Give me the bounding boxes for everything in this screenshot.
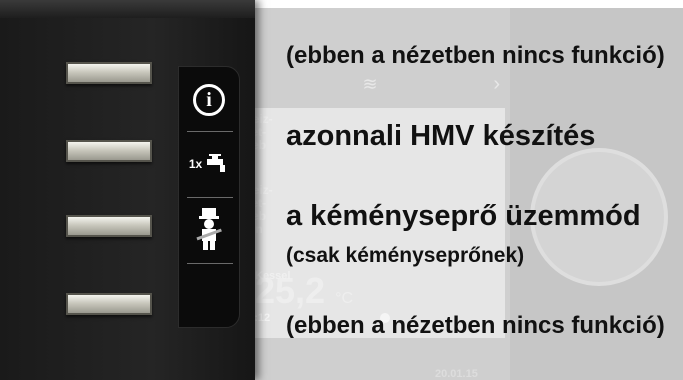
label-button-2: azonnali HMV készítés (286, 120, 596, 152)
label-layer: (ebben a nézetben nincs funkció) azonnal… (0, 0, 683, 380)
label-button-4: (ebben a nézetben nincs funkció) (286, 312, 665, 339)
label-button-3-sub: (csak kéményseprőnek) (286, 244, 525, 267)
label-button-3: a kéményseprő üzemmód (286, 200, 641, 232)
label-button-1: (ebben a nézetben nincs funkció) (286, 42, 665, 69)
